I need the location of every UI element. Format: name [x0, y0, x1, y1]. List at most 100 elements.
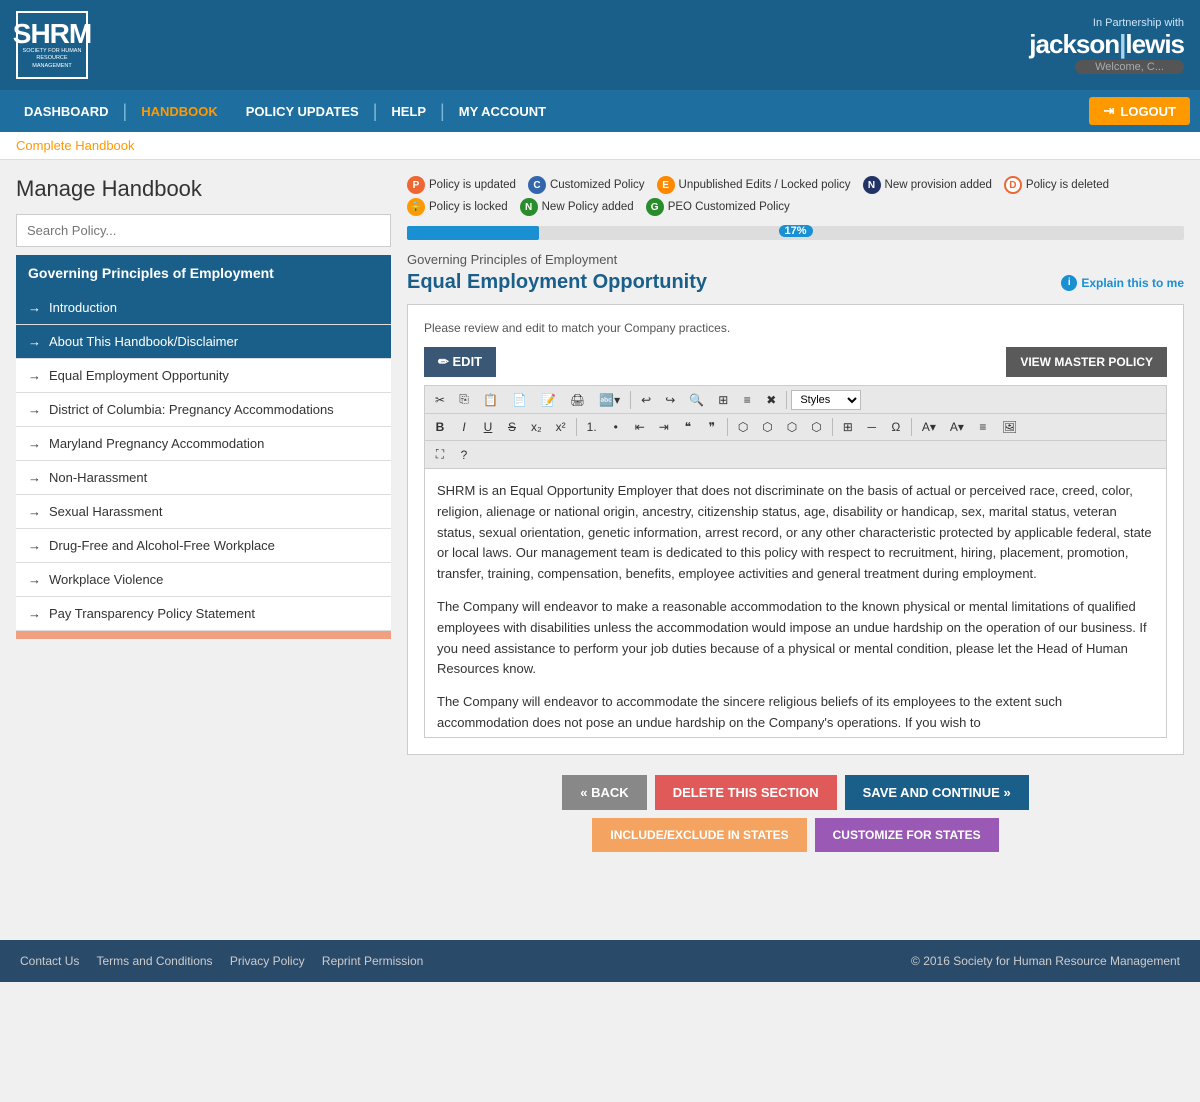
arrow-icon: → — [28, 572, 41, 587]
footer-reprint[interactable]: Reprint Permission — [322, 954, 423, 968]
tb-copy[interactable]: ⎘ — [453, 389, 475, 410]
tb-fullscreen[interactable]: ⛶ — [429, 444, 451, 465]
include-exclude-button[interactable]: INCLUDE/EXCLUDE IN STATES — [592, 818, 806, 852]
tb-subscript[interactable]: x₂ — [525, 417, 548, 437]
arrow-icon: → — [28, 436, 41, 451]
tb-unordered-list[interactable]: • — [605, 417, 627, 437]
tb-paste2[interactable]: 📄 — [506, 390, 533, 410]
delete-button[interactable]: DELETE THIS SECTION — [655, 775, 837, 810]
sidebar-item-workplace-violence[interactable]: → Workplace Violence — [16, 563, 391, 597]
editor-toolbar-top: ✏ EDIT VIEW MASTER POLICY — [424, 347, 1167, 377]
tb-sep-5 — [832, 418, 833, 436]
tb-special-char[interactable]: Ω — [885, 417, 907, 437]
arrow-icon: → — [28, 504, 41, 519]
nav-dashboard[interactable]: DASHBOARD — [10, 90, 123, 132]
tb-quote2[interactable]: ❞ — [701, 417, 723, 437]
sidebar-item-eeo[interactable]: → Equal Employment Opportunity — [16, 359, 391, 393]
footer-links: Contact Us Terms and Conditions Privacy … — [20, 954, 437, 968]
nav-policy-updates[interactable]: POLICY UPDATES — [232, 90, 373, 132]
top-header: SHRM SOCIETY FOR HUMANRESOURCE MANAGEMEN… — [0, 0, 1200, 90]
tb-outdent[interactable]: ⇤ — [629, 417, 651, 437]
content-para-1: SHRM is an Equal Opportunity Employer th… — [437, 481, 1154, 585]
legend-item-p: P Policy is updated — [407, 176, 516, 194]
tb-indent[interactable]: ⇥ — [653, 417, 675, 437]
search-input[interactable] — [16, 214, 391, 247]
tb-spellcheck[interactable]: 🔤▾ — [593, 390, 626, 410]
tb-paste3[interactable]: 📝 — [535, 390, 562, 410]
tb-cut[interactable]: ✂ — [429, 390, 451, 410]
save-button[interactable]: SAVE AND CONTINUE » — [845, 775, 1029, 810]
badge-e: E — [657, 176, 675, 194]
jackson-lewis-logo: jackson|lewis — [1029, 29, 1184, 60]
tb-select-all[interactable]: ⊞ — [712, 390, 734, 410]
explain-link[interactable]: i Explain this to me — [1061, 275, 1184, 291]
sidebar-section-header: Governing Principles of Employment — [16, 255, 391, 291]
editor-content[interactable]: SHRM is an Equal Opportunity Employer th… — [424, 468, 1167, 738]
sidebar-item-introduction[interactable]: → Introduction — [16, 291, 391, 325]
tb-help[interactable]: ? — [453, 445, 475, 465]
badge-d: D — [1004, 176, 1022, 194]
partner-label: In Partnership with — [1029, 17, 1184, 29]
bottom-buttons: « BACK DELETE THIS SECTION SAVE AND CONT… — [407, 775, 1184, 852]
tb-justify[interactable]: ⬡ — [805, 417, 827, 437]
tb-styles-select[interactable]: Styles — [791, 390, 861, 410]
tb-table[interactable]: ⊞ — [837, 417, 859, 437]
tb-paste[interactable]: 📋 — [477, 390, 504, 410]
sidebar-item-dc-pregnancy[interactable]: → District of Columbia: Pregnancy Accomm… — [16, 393, 391, 427]
back-button[interactable]: « BACK — [562, 775, 646, 810]
footer-contact[interactable]: Contact Us — [20, 954, 79, 968]
partner-area: In Partnership with jackson|lewis Welcom… — [1029, 17, 1184, 74]
tb-hr[interactable]: ─ — [861, 417, 883, 437]
tb-strikethrough[interactable]: S — [501, 417, 523, 437]
tb-underline[interactable]: U — [477, 417, 499, 437]
tb-italic[interactable]: I — [453, 417, 475, 437]
tb-align-r[interactable]: ⬡ — [781, 417, 803, 437]
nav-my-account[interactable]: MY ACCOUNT — [445, 90, 560, 132]
tb-superscript[interactable]: x² — [550, 417, 572, 437]
policy-title-row: Equal Employment Opportunity i Explain t… — [407, 271, 1184, 294]
sidebar-footer — [16, 631, 391, 639]
progress-container: 17% — [407, 226, 1184, 240]
tb-bg-color[interactable]: A▾ — [944, 417, 970, 437]
main-content: Manage Handbook Governing Principles of … — [0, 160, 1200, 940]
tb-font-color[interactable]: A▾ — [916, 417, 942, 437]
tb-find[interactable]: 🔍 — [683, 390, 710, 410]
sidebar-item-about[interactable]: → About This Handbook/Disclaimer — [16, 325, 391, 359]
footer-copyright: © 2016 Society for Human Resource Manage… — [911, 954, 1180, 968]
tb-ordered-list[interactable]: 1. — [581, 417, 603, 437]
nav-handbook[interactable]: HANDBOOK — [127, 90, 232, 132]
shrm-logo: SHRM SOCIETY FOR HUMANRESOURCE MANAGEMEN… — [16, 11, 88, 79]
arrow-icon: → — [28, 334, 41, 349]
sidebar-item-pay-transparency[interactable]: → Pay Transparency Policy Statement — [16, 597, 391, 631]
policy-title: Equal Employment Opportunity — [407, 271, 707, 294]
legend-item-n: N New provision added — [863, 176, 992, 194]
tb-blockquote[interactable]: ❝ — [677, 417, 699, 437]
arrow-icon: → — [28, 402, 41, 417]
nav-help[interactable]: HELP — [377, 90, 440, 132]
sidebar-item-sexual-harassment[interactable]: → Sexual Harassment — [16, 495, 391, 529]
sidebar-item-non-harassment[interactable]: → Non-Harassment — [16, 461, 391, 495]
footer-privacy[interactable]: Privacy Policy — [230, 954, 305, 968]
badge-c: C — [528, 176, 546, 194]
tb-align-c[interactable]: ⬡ — [756, 417, 778, 437]
tb-remove-format[interactable]: ✖ — [760, 390, 782, 410]
view-master-button[interactable]: VIEW MASTER POLICY — [1006, 347, 1167, 377]
logout-icon: ⇥ — [1103, 103, 1114, 119]
tb-align-l[interactable]: ⬡ — [732, 417, 754, 437]
shrm-letters: SHRM — [13, 20, 91, 48]
tb-redo[interactable]: ↪ — [659, 390, 681, 410]
customize-states-button[interactable]: CUSTOMIZE FOR STATES — [815, 818, 999, 852]
shrm-sub: SOCIETY FOR HUMANRESOURCE MANAGEMENT — [18, 48, 86, 69]
logout-button[interactable]: ⇥ LOGOUT — [1089, 97, 1190, 125]
tb-align-left[interactable]: ≡ — [736, 390, 758, 410]
footer-terms[interactable]: Terms and Conditions — [96, 954, 212, 968]
sidebar-item-maryland[interactable]: → Maryland Pregnancy Accommodation — [16, 427, 391, 461]
edit-button[interactable]: ✏ EDIT — [424, 347, 496, 377]
tb-image[interactable]: 🖼 — [996, 417, 1023, 437]
tb-undo[interactable]: ↩ — [635, 390, 657, 410]
tb-bold[interactable]: B — [429, 417, 451, 437]
sidebar-item-drug-free[interactable]: → Drug-Free and Alcohol-Free Workplace — [16, 529, 391, 563]
tb-more1[interactable]: ≡ — [972, 417, 994, 437]
tb-print[interactable]: 🖨 — [564, 390, 591, 410]
breadcrumb-link[interactable]: Complete Handbook — [16, 138, 135, 153]
